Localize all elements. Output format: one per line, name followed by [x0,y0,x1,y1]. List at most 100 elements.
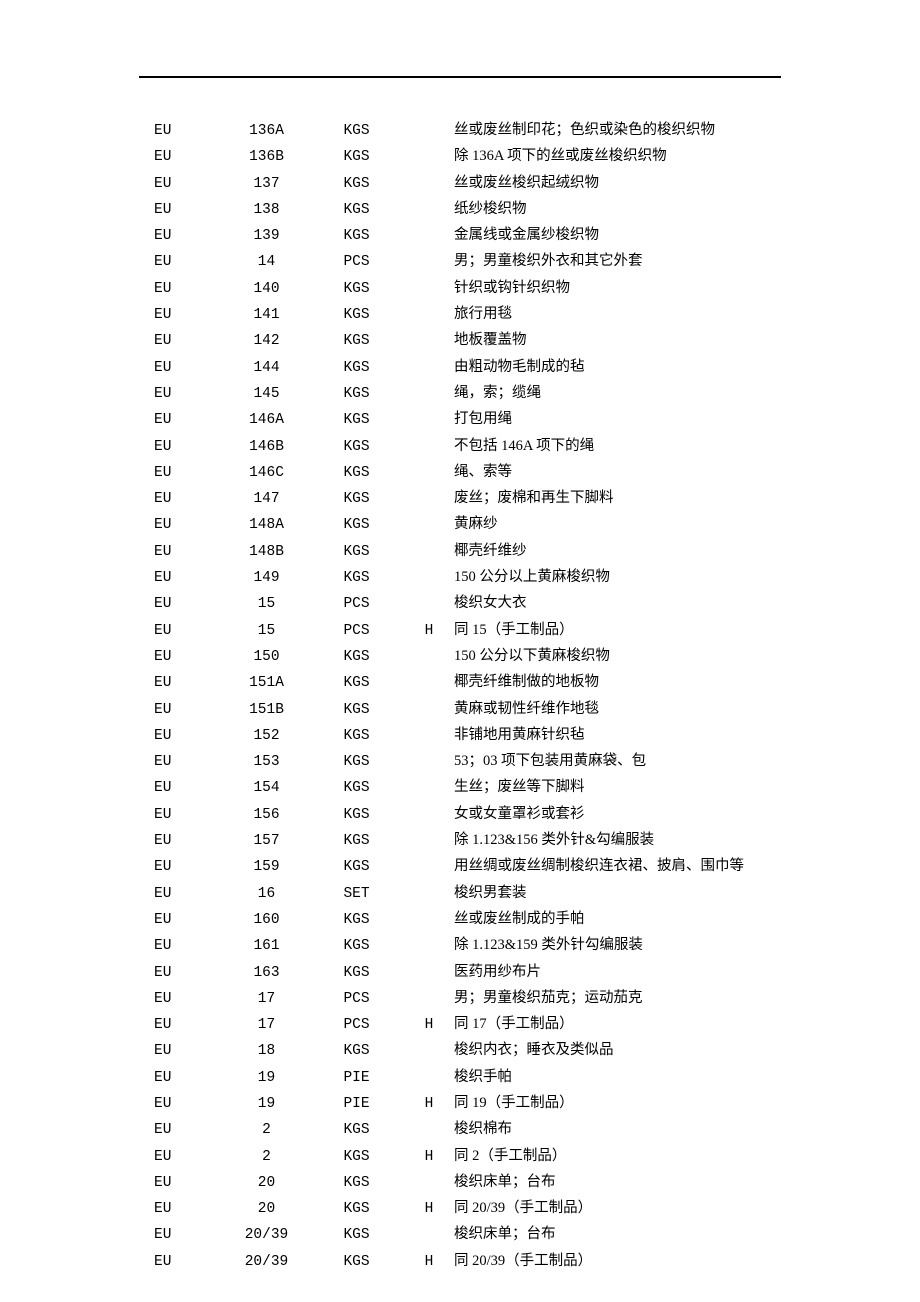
cell-c3: KGS [309,465,404,481]
table-row: EU146CKGS绳、索等 [154,460,744,486]
table-row: EU17PCSH同 17（手工制品） [154,1012,744,1038]
cell-c1: EU [154,728,224,744]
cell-c3: KGS [309,675,404,691]
cell-c5: 梭织内衣；睡衣及类似品 [454,1038,614,1059]
cell-c3: KGS [309,491,404,507]
cell-c5: 非铺地用黄麻针织毡 [454,723,585,744]
cell-c2: 146C [224,465,309,481]
cell-c4: H [404,1149,454,1165]
cell-c1: EU [154,307,224,323]
cell-c3: KGS [309,965,404,981]
cell-c3: KGS [309,807,404,823]
table-row: EU161KGS除 1.123&159 类外针勾编服装 [154,933,744,959]
cell-c1: EU [154,780,224,796]
cell-c1: EU [154,149,224,165]
cell-c3: KGS [309,228,404,244]
cell-c3: KGS [309,754,404,770]
table-row: EU136AKGS丝或废丝制印花；色织或染色的梭织织物 [154,118,744,144]
cell-c5: 男；男童梭织茄克；运动茄克 [454,986,643,1007]
cell-c5: 纸纱梭织物 [454,197,527,218]
cell-c5: 同 20/39（手工制品） [454,1196,592,1217]
cell-c3: KGS [309,1149,404,1165]
cell-c2: 17 [224,991,309,1007]
table-row: EU149KGS150 公分以上黄麻梭织物 [154,565,744,591]
cell-c2: 19 [224,1070,309,1086]
cell-c1: EU [154,360,224,376]
cell-c3: PCS [309,623,404,639]
table-row: EU140KGS针织或钩针织织物 [154,276,744,302]
cell-c1: EU [154,859,224,875]
cell-c1: EU [154,544,224,560]
cell-c5: 由粗动物毛制成的毡 [454,355,585,376]
cell-c3: KGS [309,938,404,954]
cell-c5: 梭织男套装 [454,881,527,902]
table-row: EU147KGS废丝；废棉和再生下脚料 [154,486,744,512]
cell-c1: EU [154,965,224,981]
cell-c3: PCS [309,254,404,270]
cell-c1: EU [154,807,224,823]
table-row: EU20KGSH同 20/39（手工制品） [154,1196,744,1222]
cell-c2: 159 [224,859,309,875]
cell-c1: EU [154,596,224,612]
table-row: EU17PCS 男；男童梭织茄克；运动茄克 [154,986,744,1012]
cell-c1: EU [154,491,224,507]
cell-c3: KGS [309,1201,404,1217]
cell-c1: EU [154,202,224,218]
table-row: EU15PCS梭织女大衣 [154,591,744,617]
cell-c3: PCS [309,991,404,1007]
data-table: EU136AKGS丝或废丝制印花；色织或染色的梭织织物EU136BKGS除 13… [154,118,744,1275]
table-row: EU19PIEH同 19（手工制品） [154,1091,744,1117]
cell-c2: 160 [224,912,309,928]
cell-c5: 用丝绸或废丝绸制梭织连衣裙、披肩、围巾等 [454,854,744,875]
cell-c2: 141 [224,307,309,323]
cell-c1: EU [154,754,224,770]
cell-c1: EU [154,991,224,1007]
cell-c1: EU [154,228,224,244]
cell-c2: 146B [224,439,309,455]
cell-c5: 梭织棉布 [454,1117,512,1138]
table-row: EU20/39KGSH同 20/39（手工制品） [154,1249,744,1275]
cell-c2: 148B [224,544,309,560]
cell-c1: EU [154,1043,224,1059]
cell-c3: KGS [309,517,404,533]
cell-c5: 梭织女大衣 [454,591,527,612]
cell-c1: EU [154,702,224,718]
cell-c2: 138 [224,202,309,218]
cell-c5: 男；男童梭织外衣和其它外套 [454,249,643,270]
cell-c5: 不包括 146A 项下的绳 [454,434,594,455]
cell-c2: 161 [224,938,309,954]
document-page: EU136AKGS丝或废丝制印花；色织或染色的梭织织物EU136BKGS除 13… [0,0,920,1302]
cell-c1: EU [154,465,224,481]
table-row: EU154KGS生丝；废丝等下脚料 [154,775,744,801]
cell-c2: 140 [224,281,309,297]
cell-c2: 156 [224,807,309,823]
cell-c2: 15 [224,596,309,612]
table-row: EU2KGSH同 2（手工制品） [154,1144,744,1170]
cell-c4: H [404,623,454,639]
table-row: EU156KGS女或女童罩衫或套衫 [154,802,744,828]
table-row: EU151BKGS黄麻或韧性纤维作地毯 [154,697,744,723]
cell-c2: 146A [224,412,309,428]
table-row: EU152KGS非铺地用黄麻针织毡 [154,723,744,749]
table-row: EU160KGS丝或废丝制成的手帕 [154,907,744,933]
cell-c5: 除 136A 项下的丝或废丝梭织织物 [454,144,667,165]
cell-c2: 2 [224,1149,309,1165]
cell-c3: KGS [309,702,404,718]
cell-c5: 丝或废丝制成的手帕 [454,907,585,928]
table-row: EU15PCSH同 15（手工制品） [154,618,744,644]
cell-c2: 136A [224,123,309,139]
table-row: EU144KGS由粗动物毛制成的毡 [154,355,744,381]
table-row: EU16SET梭织男套装 [154,881,744,907]
cell-c3: KGS [309,570,404,586]
cell-c5: 医药用纱布片 [454,960,541,981]
cell-c1: EU [154,649,224,665]
cell-c2: 144 [224,360,309,376]
cell-c1: EU [154,623,224,639]
table-row: EU141KGS旅行用毯 [154,302,744,328]
cell-c1: EU [154,123,224,139]
cell-c5: 150 公分以下黄麻梭织物 [454,644,610,665]
table-row: EU150KGS150 公分以下黄麻梭织物 [154,644,744,670]
cell-c5: 金属线或金属纱梭织物 [454,223,599,244]
cell-c3: KGS [309,859,404,875]
cell-c1: EU [154,833,224,849]
